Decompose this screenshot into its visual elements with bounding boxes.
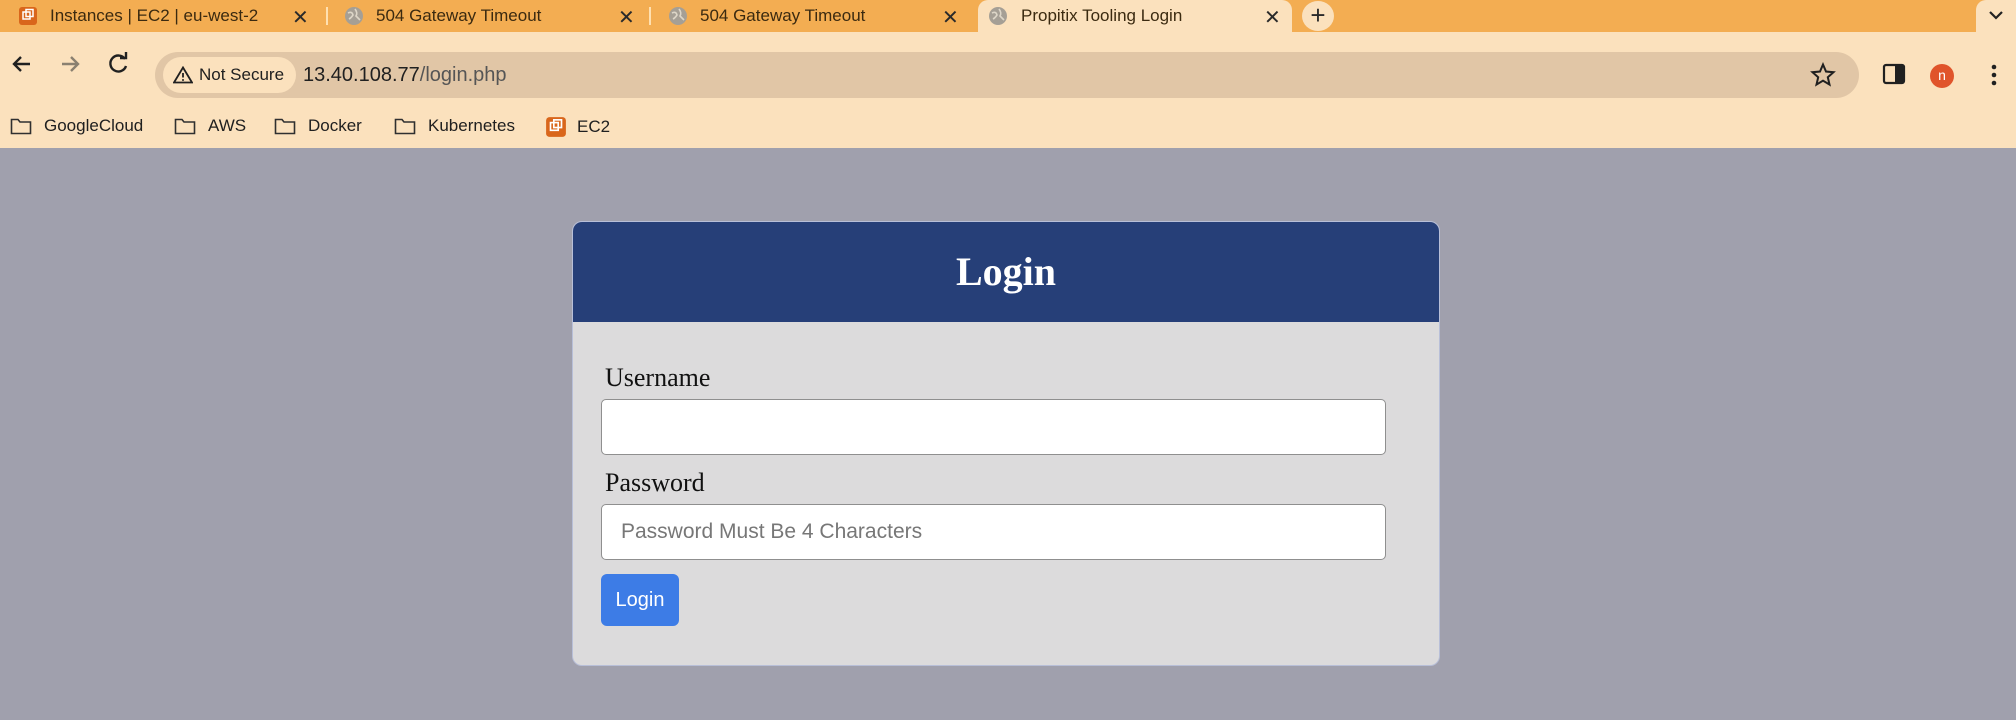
tab-title: Instances | EC2 | eu-west-2 — [50, 6, 259, 25]
bookmark-star-icon[interactable] — [1810, 62, 1836, 88]
tab-title: 504 Gateway Timeout — [700, 6, 866, 25]
close-icon[interactable]: ✕ — [618, 5, 635, 30]
login-card: Login Username Password Login — [572, 221, 1440, 666]
close-icon[interactable]: ✕ — [1264, 5, 1281, 30]
tab-504-gateway-timeout-2[interactable]: 504 Gateway Timeout ✕ — [650, 0, 970, 32]
tab-504-gateway-timeout[interactable]: 504 Gateway Timeout ✕ — [326, 0, 646, 32]
browser-toolbar: Not Secure 13.40.108.77/login.php n Goog… — [0, 32, 2016, 148]
tab-propitix-tooling-login[interactable]: Propitix Tooling Login ✕ — [978, 0, 1292, 32]
bookmark-kubernetes[interactable]: Kubernetes — [394, 116, 515, 136]
close-icon[interactable]: ✕ — [292, 5, 309, 30]
folder-icon — [274, 118, 296, 135]
folder-icon — [10, 118, 32, 135]
warning-icon — [173, 66, 193, 84]
folder-icon — [394, 118, 416, 135]
tab-ec2-instances[interactable]: Instances | EC2 | eu-west-2 ✕ — [0, 0, 320, 32]
bookmark-ec2[interactable]: EC2 — [545, 116, 610, 138]
url-path: /login.php — [419, 64, 507, 86]
aws-icon — [546, 117, 566, 137]
url-text[interactable]: 13.40.108.77/login.php — [303, 64, 507, 87]
security-label: Not Secure — [199, 65, 285, 84]
bookmark-docker[interactable]: Docker — [274, 116, 362, 136]
side-panel-icon[interactable] — [1882, 62, 1906, 86]
password-field[interactable] — [601, 504, 1386, 560]
bookmark-label: Kubernetes — [428, 116, 515, 135]
tab-title: Propitix Tooling Login — [1021, 6, 1183, 25]
bookmark-googlecloud[interactable]: GoogleCloud — [10, 116, 143, 136]
username-label: Username — [605, 363, 711, 392]
bookmark-label: AWS — [208, 116, 247, 135]
forward-arrow-icon[interactable] — [50, 42, 90, 82]
password-label: Password — [605, 468, 705, 497]
security-chip[interactable]: Not Secure — [163, 57, 297, 93]
tab-strip: Instances | EC2 | eu-west-2 ✕ 504 Gatewa… — [0, 0, 2016, 32]
tab-title: 504 Gateway Timeout — [376, 6, 542, 25]
bookmark-label: Docker — [308, 116, 362, 135]
tab-search-button[interactable] — [1976, 0, 2016, 32]
url-host: 13.40.108.77 — [303, 64, 420, 86]
globe-icon — [345, 7, 363, 25]
chevron-down-icon — [1989, 11, 2003, 20]
page-title: Login — [955, 249, 1057, 294]
bookmark-label: GoogleCloud — [44, 116, 144, 135]
back-arrow-icon[interactable] — [2, 42, 42, 82]
address-bar[interactable]: Not Secure 13.40.108.77/login.php — [155, 52, 1859, 98]
close-icon[interactable]: ✕ — [942, 5, 959, 30]
globe-icon — [669, 7, 687, 25]
login-button[interactable]: Login — [601, 574, 679, 626]
more-options-icon[interactable] — [1984, 62, 2004, 88]
profile-avatar[interactable]: n — [1930, 64, 1954, 88]
username-field[interactable] — [601, 399, 1386, 455]
login-header: Login — [573, 222, 1439, 322]
new-tab-button[interactable]: + — [1302, 1, 1334, 31]
bookmark-label: EC2 — [577, 117, 611, 136]
aws-icon — [19, 7, 37, 25]
bookmark-aws[interactable]: AWS — [174, 116, 246, 136]
globe-icon — [989, 7, 1007, 25]
folder-icon — [174, 118, 196, 135]
reload-icon[interactable] — [98, 42, 138, 82]
